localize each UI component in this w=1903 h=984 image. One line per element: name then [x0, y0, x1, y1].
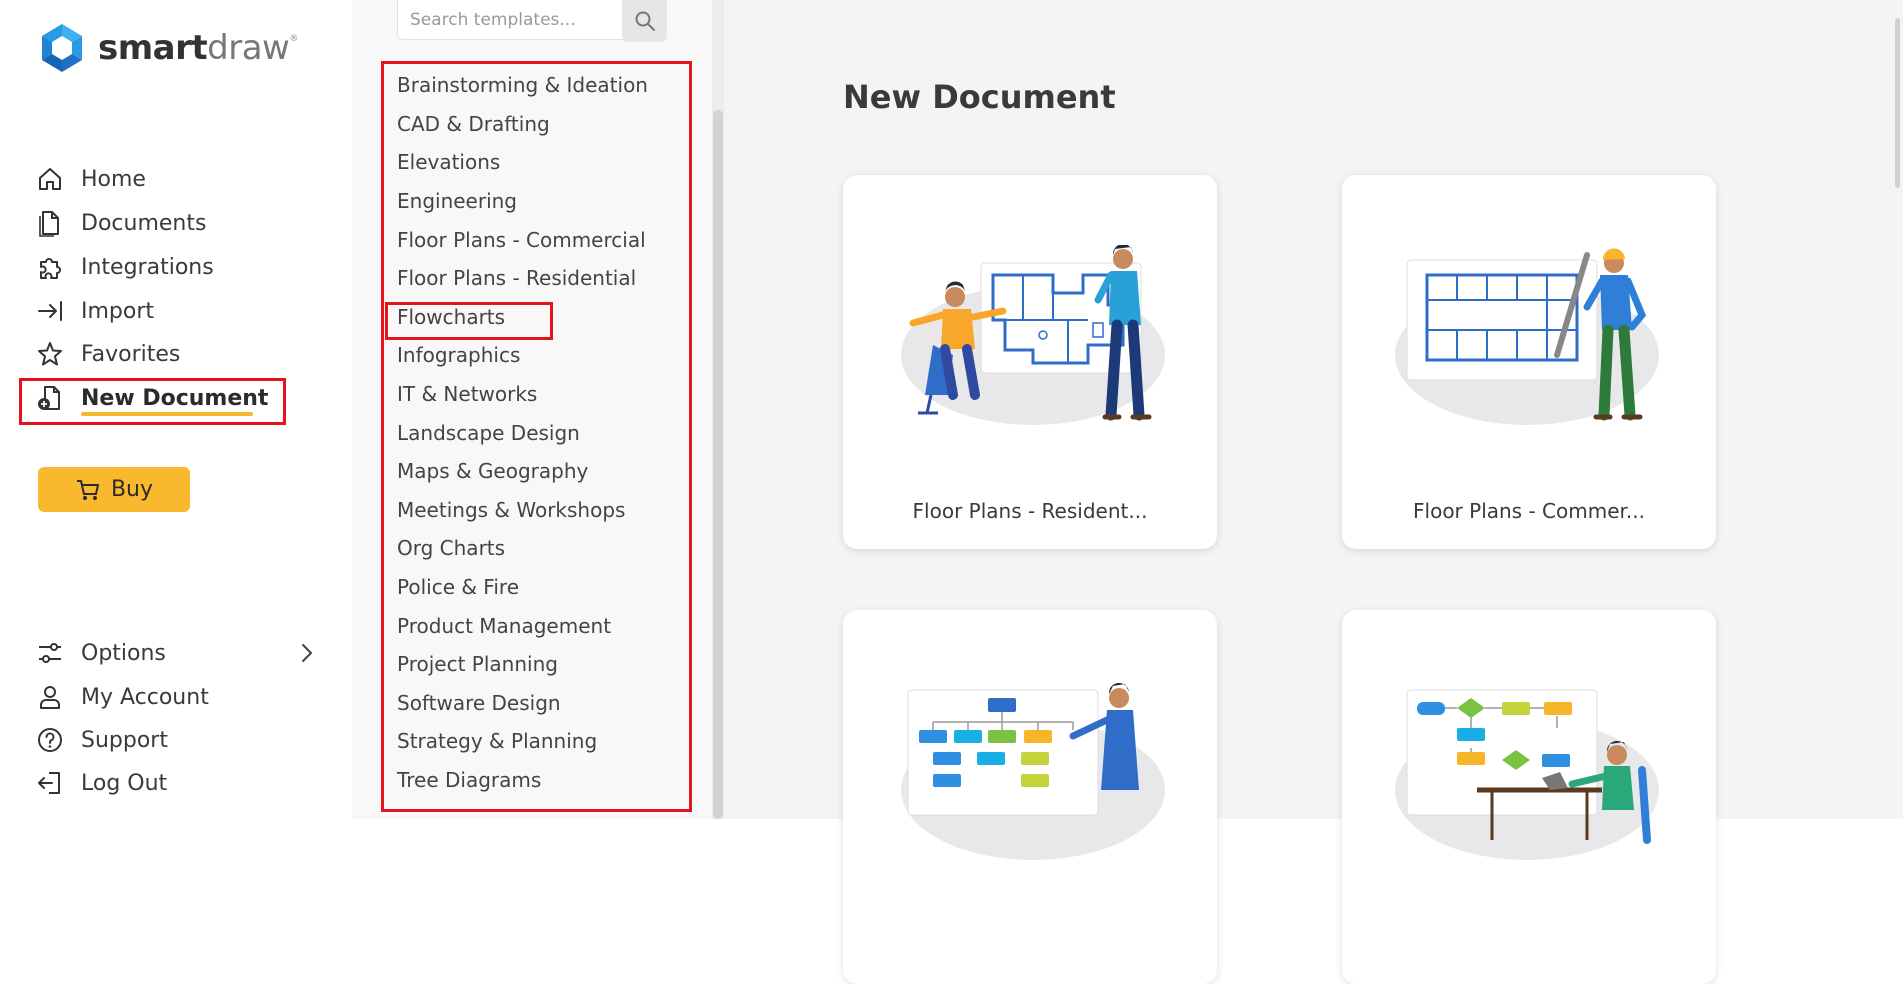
- nav-item-import[interactable]: Import: [36, 294, 154, 328]
- logo-wordmark: smartdraw®: [98, 28, 298, 68]
- category-item-flowcharts[interactable]: Flowcharts: [397, 300, 505, 334]
- category-item[interactable]: Tree Diagrams: [397, 763, 541, 797]
- category-item[interactable]: Infographics: [397, 338, 520, 372]
- highlight-box-new-document: [19, 378, 286, 425]
- category-scrollbar-thumb[interactable]: [713, 110, 723, 819]
- category-item[interactable]: Project Planning: [397, 647, 558, 681]
- documents-icon: [39, 211, 59, 237]
- nav-item-log-out[interactable]: Log Out: [36, 766, 167, 800]
- search-button[interactable]: [622, 0, 667, 42]
- sliders-icon: [39, 643, 61, 663]
- nav-item-label: Documents: [81, 210, 207, 236]
- card-caption: Floor Plans - Commer...: [1413, 499, 1645, 523]
- smartdraw-logo[interactable]: smartdraw®: [38, 22, 298, 74]
- category-item[interactable]: Elevations: [397, 145, 500, 179]
- smartdraw-logo-icon: [42, 24, 82, 72]
- chevron-right-icon[interactable]: [298, 642, 316, 664]
- nav-item-label: Integrations: [81, 254, 214, 280]
- page-title: New Document: [843, 78, 1116, 116]
- help-icon: [38, 728, 62, 752]
- nav-item-label: My Account: [81, 684, 209, 710]
- logout-icon: [38, 772, 60, 794]
- category-item[interactable]: Strategy & Planning: [397, 724, 597, 758]
- nav-item-favorites[interactable]: Favorites: [36, 337, 180, 371]
- category-item[interactable]: Meetings & Workshops: [397, 493, 625, 527]
- flowchart-illustration: [1395, 689, 1659, 860]
- template-card[interactable]: [843, 610, 1217, 984]
- nav-item-label: Support: [81, 727, 168, 753]
- nav-item-integrations[interactable]: Integrations: [36, 250, 214, 284]
- home-icon: [39, 168, 61, 190]
- category-item[interactable]: Product Management: [397, 609, 611, 643]
- floor-plan-illustration: [901, 245, 1165, 425]
- category-item[interactable]: Police & Fire: [397, 570, 519, 604]
- buy-button-label: Buy: [110, 477, 154, 502]
- nav-item-options[interactable]: Options: [36, 636, 326, 670]
- category-item[interactable]: Landscape Design: [397, 416, 580, 450]
- sidebar: smartdraw® Home Documents Integrations I…: [0, 0, 353, 819]
- nav-item-my-account[interactable]: My Account: [36, 680, 209, 714]
- nav-item-label: Log Out: [81, 770, 168, 796]
- puzzle-icon: [40, 258, 61, 279]
- star-icon: [38, 342, 62, 366]
- search-icon: [635, 11, 655, 31]
- category-item[interactable]: Maps & Geography: [397, 454, 588, 488]
- nav-item-label: Favorites: [81, 341, 181, 367]
- main-scrollbar[interactable]: [1893, 0, 1903, 819]
- nav-item-support[interactable]: Support: [36, 723, 168, 757]
- nav-item-label: Home: [81, 166, 146, 192]
- category-item[interactable]: Software Design: [397, 686, 561, 720]
- template-card-floor-plans-residential[interactable]: Floor Plans - Resident...: [843, 175, 1217, 549]
- search-input[interactable]: [408, 0, 592, 40]
- cart-icon: [76, 479, 99, 500]
- template-card[interactable]: [1342, 610, 1716, 984]
- org-chart-illustration: [901, 682, 1165, 860]
- import-icon: [38, 301, 62, 321]
- nav-item-label: Import: [81, 298, 155, 324]
- category-item[interactable]: Engineering: [397, 184, 517, 218]
- nav-item-home[interactable]: Home: [36, 162, 146, 196]
- buy-button[interactable]: Buy: [38, 467, 190, 512]
- template-card-floor-plans-commercial[interactable]: Floor Plans - Commer...: [1342, 175, 1716, 549]
- main-scrollbar-thumb[interactable]: [1895, 18, 1900, 188]
- commercial-plan-illustration: [1395, 248, 1659, 425]
- card-caption: Floor Plans - Resident...: [912, 499, 1148, 523]
- nav-item-documents[interactable]: Documents: [36, 206, 206, 240]
- category-item[interactable]: Floor Plans - Commercial: [397, 223, 646, 257]
- category-item[interactable]: Floor Plans - Residential: [397, 261, 636, 295]
- category-item[interactable]: CAD & Drafting: [397, 107, 550, 141]
- category-item[interactable]: Brainstorming & Ideation: [397, 68, 648, 102]
- user-icon: [40, 686, 60, 709]
- category-item[interactable]: Org Charts: [397, 531, 505, 565]
- category-item[interactable]: IT & Networks: [397, 377, 537, 411]
- nav-item-label: Options: [81, 640, 166, 666]
